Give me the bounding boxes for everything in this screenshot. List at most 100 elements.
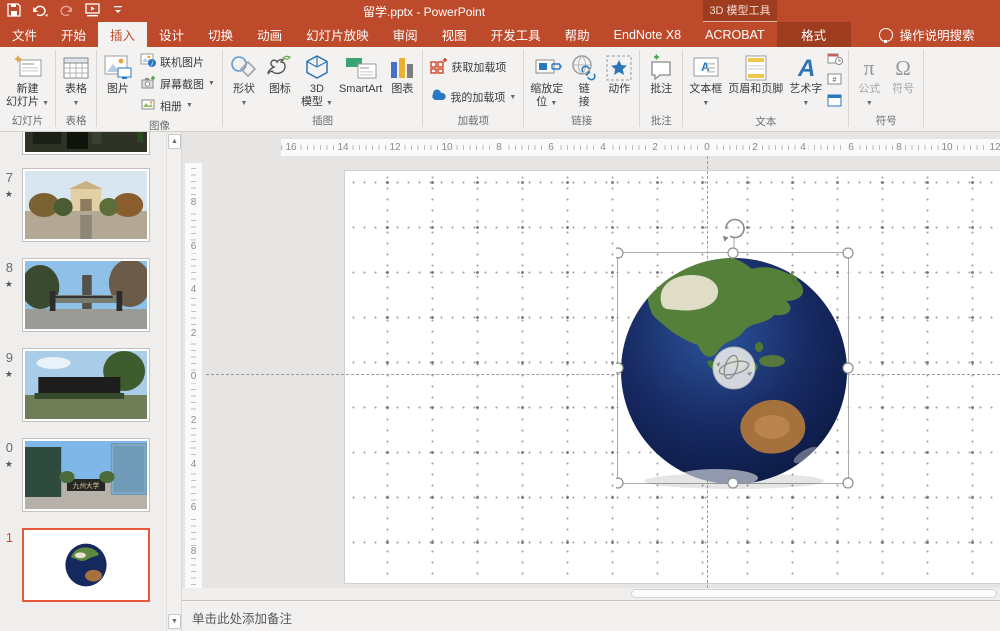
scroll-down-button[interactable]: ▼ bbox=[168, 614, 181, 629]
button-屏幕截图[interactable]: 屏幕截图 ▼ bbox=[136, 73, 219, 94]
notes-placeholder: 单击此处添加备注 bbox=[192, 612, 292, 626]
button-SmartArt[interactable]: SmartArt bbox=[336, 50, 385, 97]
date-time-button[interactable] bbox=[825, 52, 845, 70]
group-name: 图像 bbox=[97, 116, 222, 132]
wordart-icon: A bbox=[792, 53, 820, 83]
button-文本框[interactable]: A文本框▼ bbox=[686, 50, 725, 111]
tab-文件[interactable]: 文件 bbox=[0, 22, 49, 47]
save-icon[interactable] bbox=[6, 2, 22, 18]
slide-thumbnail[interactable] bbox=[22, 132, 150, 155]
slide-thumbnail[interactable] bbox=[22, 528, 150, 602]
thumbnail-scrollbar[interactable]: ▲ ▼ bbox=[166, 132, 181, 631]
equation-icon: π bbox=[855, 53, 883, 83]
tab-插入[interactable]: 插入 bbox=[98, 22, 147, 47]
slide-thumbnail[interactable]: 九州大学 bbox=[22, 438, 150, 512]
tab-开始[interactable]: 开始 bbox=[49, 22, 98, 47]
dropdown-arrow-icon: ▼ bbox=[240, 100, 247, 107]
date-time-icon bbox=[827, 52, 843, 71]
ruler-tick-label: 10 bbox=[439, 141, 454, 154]
notes-pane[interactable]: 单击此处添加备注 bbox=[182, 600, 1000, 631]
tab-切换[interactable]: 切换 bbox=[196, 22, 245, 47]
qat-customize-icon[interactable] bbox=[110, 2, 126, 18]
dropdown-arrow-icon: ▼ bbox=[509, 94, 516, 101]
button-3D模型[interactable]: 3D模型 ▼ bbox=[298, 50, 336, 111]
horizontal-guide[interactable] bbox=[206, 374, 1000, 375]
ruler-tick-label: 0 bbox=[185, 371, 202, 383]
button-批注[interactable]: 批注 bbox=[643, 50, 679, 97]
ruler-tick-label: 8 bbox=[894, 141, 904, 154]
undo-icon[interactable] bbox=[32, 2, 48, 18]
ruler-tick-label: 10 bbox=[939, 141, 954, 154]
button-形状[interactable]: 形状▼ bbox=[226, 50, 262, 111]
button-label: 图标 bbox=[269, 83, 291, 96]
button-联机图片[interactable]: i联机图片 bbox=[136, 51, 219, 72]
button-缩放定位[interactable]: 缩放定位 ▼ bbox=[527, 50, 566, 111]
ruler-tick-label: 2 bbox=[750, 141, 760, 154]
selected-3d-model-earth[interactable] bbox=[616, 215, 866, 501]
button-获取加载项[interactable]: 获取加载项 bbox=[426, 54, 520, 80]
button-我的加载项[interactable]: 我的加载项 ▼ bbox=[426, 84, 520, 110]
tab-幻灯片放映[interactable]: 幻灯片放映 bbox=[294, 22, 381, 47]
shapes-icon bbox=[229, 53, 259, 83]
button-label: 符号 bbox=[892, 83, 914, 96]
svg-text:A: A bbox=[797, 55, 815, 82]
ruler-tick-label: 2 bbox=[185, 328, 202, 340]
tell-me-search[interactable]: 操作说明搜索 bbox=[879, 22, 975, 47]
button-图片[interactable]: 图片 bbox=[100, 50, 136, 97]
button-新建幻灯片[interactable]: 新建幻灯片 ▼ bbox=[3, 50, 52, 111]
smartart-icon bbox=[344, 53, 378, 83]
button-艺术字[interactable]: A艺术字▼ bbox=[786, 50, 825, 111]
group-name: 文本 bbox=[683, 112, 848, 132]
slideshow-icon[interactable] bbox=[84, 2, 100, 18]
title-bar: 留学.pptx - PowerPoint 3D 模型工具 bbox=[0, 0, 1000, 22]
ribbon: 新建幻灯片 ▼幻灯片表格▼表格图片i联机图片屏幕截图 ▼相册 ▼图像形状▼图标3… bbox=[0, 47, 1000, 132]
tab-审阅[interactable]: 审阅 bbox=[381, 22, 430, 47]
slide-thumbnail[interactable] bbox=[22, 258, 150, 332]
main-area: 7★8★9★九州大学0★1 ▲ ▼ 161412108642024681012 … bbox=[0, 132, 1000, 631]
tab-格式[interactable]: 格式 bbox=[777, 22, 851, 47]
ruler-tick-label: 6 bbox=[185, 502, 202, 514]
dropdown-arrow-icon: ▼ bbox=[326, 100, 333, 107]
ribbon-group-加载项: 获取加载项我的加载项 ▼加载项 bbox=[423, 47, 523, 131]
scroll-up-button[interactable]: ▲ bbox=[168, 134, 181, 149]
header-footer-icon bbox=[742, 53, 770, 83]
button-相册[interactable]: 相册 ▼ bbox=[136, 95, 219, 116]
tab-ACROBAT[interactable]: ACROBAT bbox=[693, 22, 777, 47]
button-label: 3D模型 ▼ bbox=[301, 83, 333, 110]
button-链接[interactable]: 链接 bbox=[566, 50, 602, 110]
button-label: 文本框▼ bbox=[689, 83, 722, 110]
tab-视图[interactable]: 视图 bbox=[430, 22, 479, 47]
button-图标[interactable]: 图标 bbox=[262, 50, 298, 97]
button-动作[interactable]: 动作 bbox=[602, 50, 636, 97]
textbox-icon: A bbox=[691, 53, 721, 83]
tab-设计[interactable]: 设计 bbox=[147, 22, 196, 47]
table-icon bbox=[62, 53, 90, 83]
slide-number-button[interactable]: # bbox=[825, 73, 845, 91]
button-页眉和页脚[interactable]: 页眉和页脚 bbox=[725, 50, 786, 97]
tab-EndNote X8[interactable]: EndNote X8 bbox=[602, 22, 693, 47]
ribbon-group-符号: π公式▼Ω符号符号 bbox=[849, 47, 923, 131]
button-label: 艺术字▼ bbox=[789, 83, 822, 110]
group-name: 符号 bbox=[849, 111, 923, 131]
zoom-link-icon bbox=[532, 53, 562, 83]
ruler-tick-label: 6 bbox=[185, 241, 202, 253]
slide-editing-area: 161412108642024681012 864202468 单击此处添加备注 bbox=[181, 132, 1000, 631]
link-icon bbox=[569, 53, 599, 83]
ruler-tick-label: 8 bbox=[494, 141, 504, 154]
animation-star-icon: ★ bbox=[0, 459, 13, 470]
button-图表[interactable]: 图表 bbox=[385, 50, 419, 97]
object-button[interactable] bbox=[825, 94, 845, 112]
tab-帮助[interactable]: 帮助 bbox=[553, 22, 602, 47]
horizontal-scrollbar[interactable] bbox=[182, 588, 1000, 600]
comment-icon bbox=[646, 53, 676, 83]
chart-icon bbox=[388, 53, 416, 83]
svg-text:π: π bbox=[864, 55, 875, 80]
redo-icon[interactable] bbox=[58, 2, 74, 18]
slide-thumbnail[interactable] bbox=[22, 168, 150, 242]
tab-开发工具[interactable]: 开发工具 bbox=[479, 22, 553, 47]
tab-动画[interactable]: 动画 bbox=[245, 22, 294, 47]
slide-thumbnail[interactable] bbox=[22, 348, 150, 422]
horizontal-scrollbar-thumb[interactable] bbox=[631, 589, 997, 598]
ruler-tick-label: 16 bbox=[283, 141, 298, 154]
button-表格[interactable]: 表格▼ bbox=[59, 50, 93, 111]
